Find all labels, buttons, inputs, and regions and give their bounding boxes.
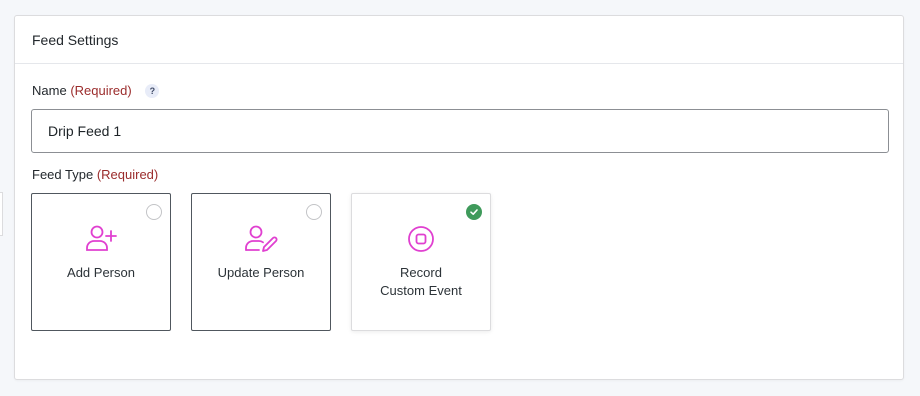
name-input[interactable] — [31, 109, 889, 153]
left-edge-tab — [0, 192, 3, 236]
name-field-label: Name (Required) ? — [32, 83, 160, 98]
name-label-text: Name — [32, 83, 67, 98]
feed-type-option-update-person[interactable]: Update Person — [191, 193, 331, 331]
option-label: Add Person — [67, 265, 135, 280]
feed-type-option-record-custom-event[interactable]: Record Custom Event — [351, 193, 491, 331]
radio-update-person[interactable] — [306, 204, 322, 220]
add-person-icon — [86, 225, 117, 251]
panel-header: Feed Settings — [15, 16, 903, 64]
option-label: Update Person — [217, 265, 305, 280]
panel-title: Feed Settings — [32, 31, 119, 48]
feed-type-option-add-person[interactable]: Add Person — [31, 193, 171, 331]
radio-add-person[interactable] — [146, 204, 162, 220]
checkmark-icon[interactable] — [466, 204, 482, 220]
feed-type-choices: Add Person Update Person Record Custom E… — [31, 193, 491, 331]
feed-type-required-marker: (Required) — [96, 167, 159, 182]
feed-type-label-text: Feed Type — [32, 167, 94, 182]
feed-settings-panel: Feed Settings Name (Required) ? Feed Typ… — [14, 15, 904, 380]
edit-person-icon — [245, 225, 278, 252]
help-icon[interactable]: ? — [145, 84, 160, 98]
name-required-marker: (Required) — [70, 83, 132, 98]
record-event-icon — [408, 226, 434, 252]
feed-type-label: Feed Type (Required) — [32, 167, 158, 182]
option-label: Record Custom Event — [380, 265, 462, 298]
